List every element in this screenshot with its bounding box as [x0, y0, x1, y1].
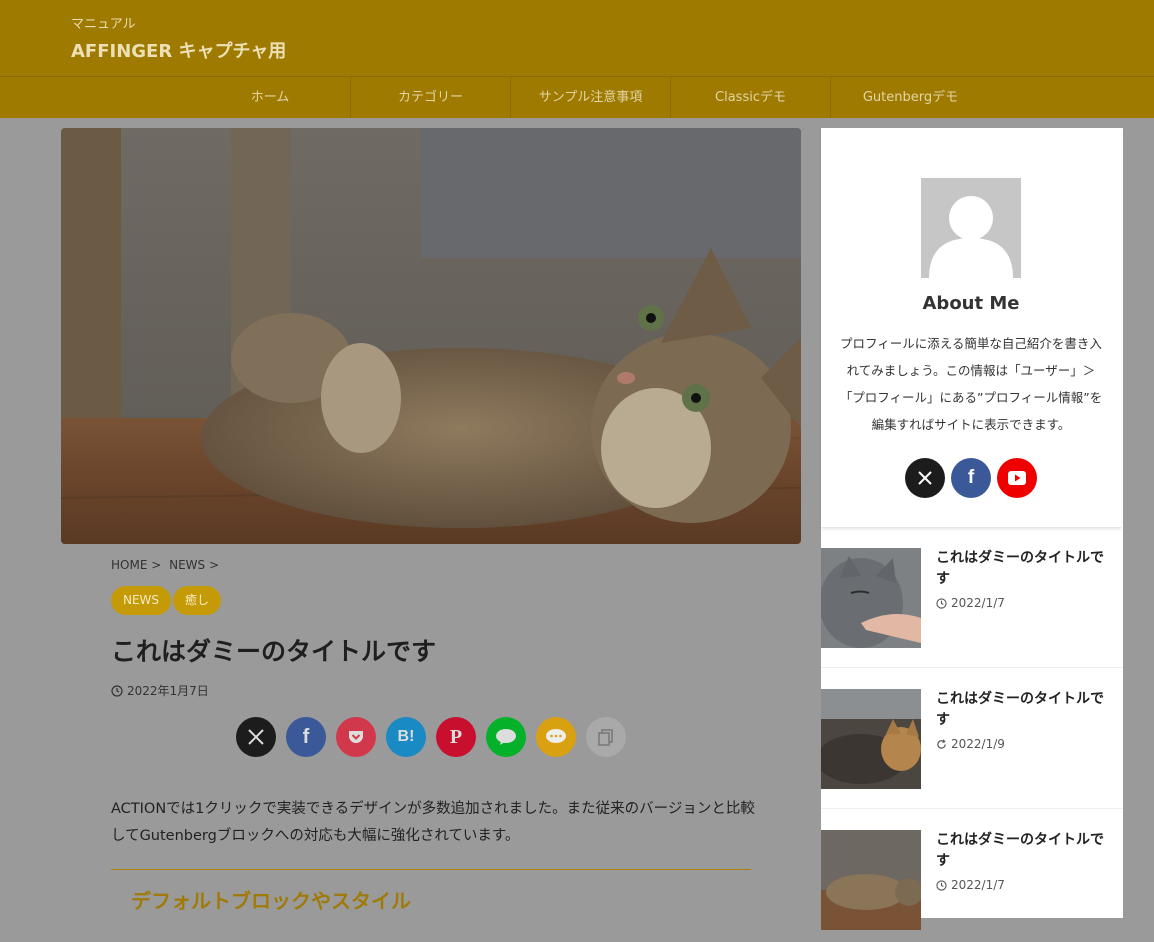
line-icon [496, 729, 516, 745]
facebook-icon: f [302, 725, 310, 748]
tag-iyashi[interactable]: 癒し [173, 586, 222, 615]
post-thumbnail[interactable] [821, 689, 921, 789]
section-heading: デフォルトブロックやスタイル [131, 889, 411, 913]
post-thumbnail[interactable] [821, 548, 921, 648]
share-pinterest-button[interactable]: P [436, 717, 476, 757]
site-header: マニュアル AFFINGER キャプチャ用 [0, 0, 1154, 77]
copy-icon [598, 729, 613, 746]
avatar [921, 178, 1021, 278]
sns-youtube-button[interactable] [997, 458, 1037, 498]
breadcrumb-news[interactable]: NEWS > [169, 558, 219, 572]
share-facebook-button[interactable]: f [286, 717, 326, 757]
sidebar-post-item[interactable]: これはダミーのタイトルです 2022/1/7 [821, 548, 1123, 668]
pocket-icon [349, 731, 363, 743]
sidebar-post-date: 2022/1/7 [936, 878, 1005, 892]
post-title: これはダミーのタイトルです [111, 637, 437, 666]
breadcrumb: HOME > NEWS > [111, 558, 223, 572]
sidebar-post-title[interactable]: これはダミーのタイトルです [936, 830, 1116, 872]
nav-item-classic-demo[interactable]: Classicデモ [670, 77, 830, 118]
featured-image [61, 128, 801, 544]
sns-facebook-button[interactable]: f [951, 458, 991, 498]
global-nav: ホーム カテゴリー サンプル注意事項 Classicデモ Gutenbergデモ [0, 77, 1154, 118]
post-date: 2022年1月7日 [111, 682, 209, 699]
hatena-bookmark-icon: B! [397, 728, 415, 745]
post-thumbnail[interactable] [821, 830, 921, 930]
site-title[interactable]: AFFINGER キャプチャ用 [71, 37, 286, 63]
post-body: ACTIONでは1クリックで実装できるデザインが多数追加されました。また従来のバ… [111, 801, 755, 844]
comment-icon [546, 729, 566, 743]
profile-card: About Me プロフィールに添える簡単な自己紹介を書き入れてみましょう。この… [821, 128, 1121, 528]
x-icon [248, 729, 264, 745]
share-copy-button[interactable] [586, 717, 626, 757]
x-icon [918, 471, 932, 485]
nav-item-sample-notes[interactable]: サンプル注意事項 [510, 77, 670, 118]
sidebar-post-item[interactable]: これはダミーのタイトルです 2022/1/9 [821, 689, 1123, 809]
nav-item-home[interactable]: ホーム [190, 77, 350, 118]
share-pocket-button[interactable] [336, 717, 376, 757]
share-hatena-button[interactable]: B! [386, 717, 426, 757]
pinterest-icon: P [449, 725, 463, 748]
site-subtitle: マニュアル [71, 17, 136, 32]
nav-item-category[interactable]: カテゴリー [350, 77, 510, 118]
tag-news[interactable]: NEWS [111, 586, 172, 615]
user-silhouette-icon [929, 196, 1013, 278]
about-title: About Me [922, 293, 1020, 314]
share-comment-button[interactable] [536, 717, 576, 757]
sidebar-post-date-text: 2022/1/7 [951, 596, 1005, 610]
sidebar: About Me プロフィールに添える簡単な自己紹介を書き入れてみましょう。この… [821, 128, 1123, 930]
sns-x-button[interactable] [905, 458, 945, 498]
sidebar-post-title[interactable]: これはダミーのタイトルです [936, 689, 1116, 731]
facebook-icon: f [967, 467, 975, 488]
breadcrumb-home[interactable]: HOME > [111, 558, 161, 572]
share-x-button[interactable] [236, 717, 276, 757]
share-line-button[interactable] [486, 717, 526, 757]
clock-icon [936, 597, 947, 609]
clock-icon [111, 684, 123, 697]
sidebar-post-item[interactable]: これはダミーのタイトルです 2022/1/7 [821, 830, 1123, 942]
post-date-text: 2022年1月7日 [127, 684, 209, 698]
nav-item-gutenberg-demo[interactable]: Gutenbergデモ [830, 77, 990, 118]
sidebar-post-date-text: 2022/1/9 [951, 737, 1005, 751]
sidebar-post-date-text: 2022/1/7 [951, 878, 1005, 892]
clock-icon [936, 879, 947, 891]
heading-divider [111, 869, 751, 870]
youtube-icon [1008, 471, 1026, 485]
about-text: プロフィールに添える簡単な自己紹介を書き入れてみましょう。この情報は「ユーザー」… [839, 336, 1103, 432]
sidebar-post-date: 2022/1/7 [936, 596, 1005, 610]
refresh-icon [937, 738, 946, 749]
sidebar-post-date: 2022/1/9 [936, 737, 1005, 751]
sidebar-post-title[interactable]: これはダミーのタイトルです [936, 548, 1116, 590]
